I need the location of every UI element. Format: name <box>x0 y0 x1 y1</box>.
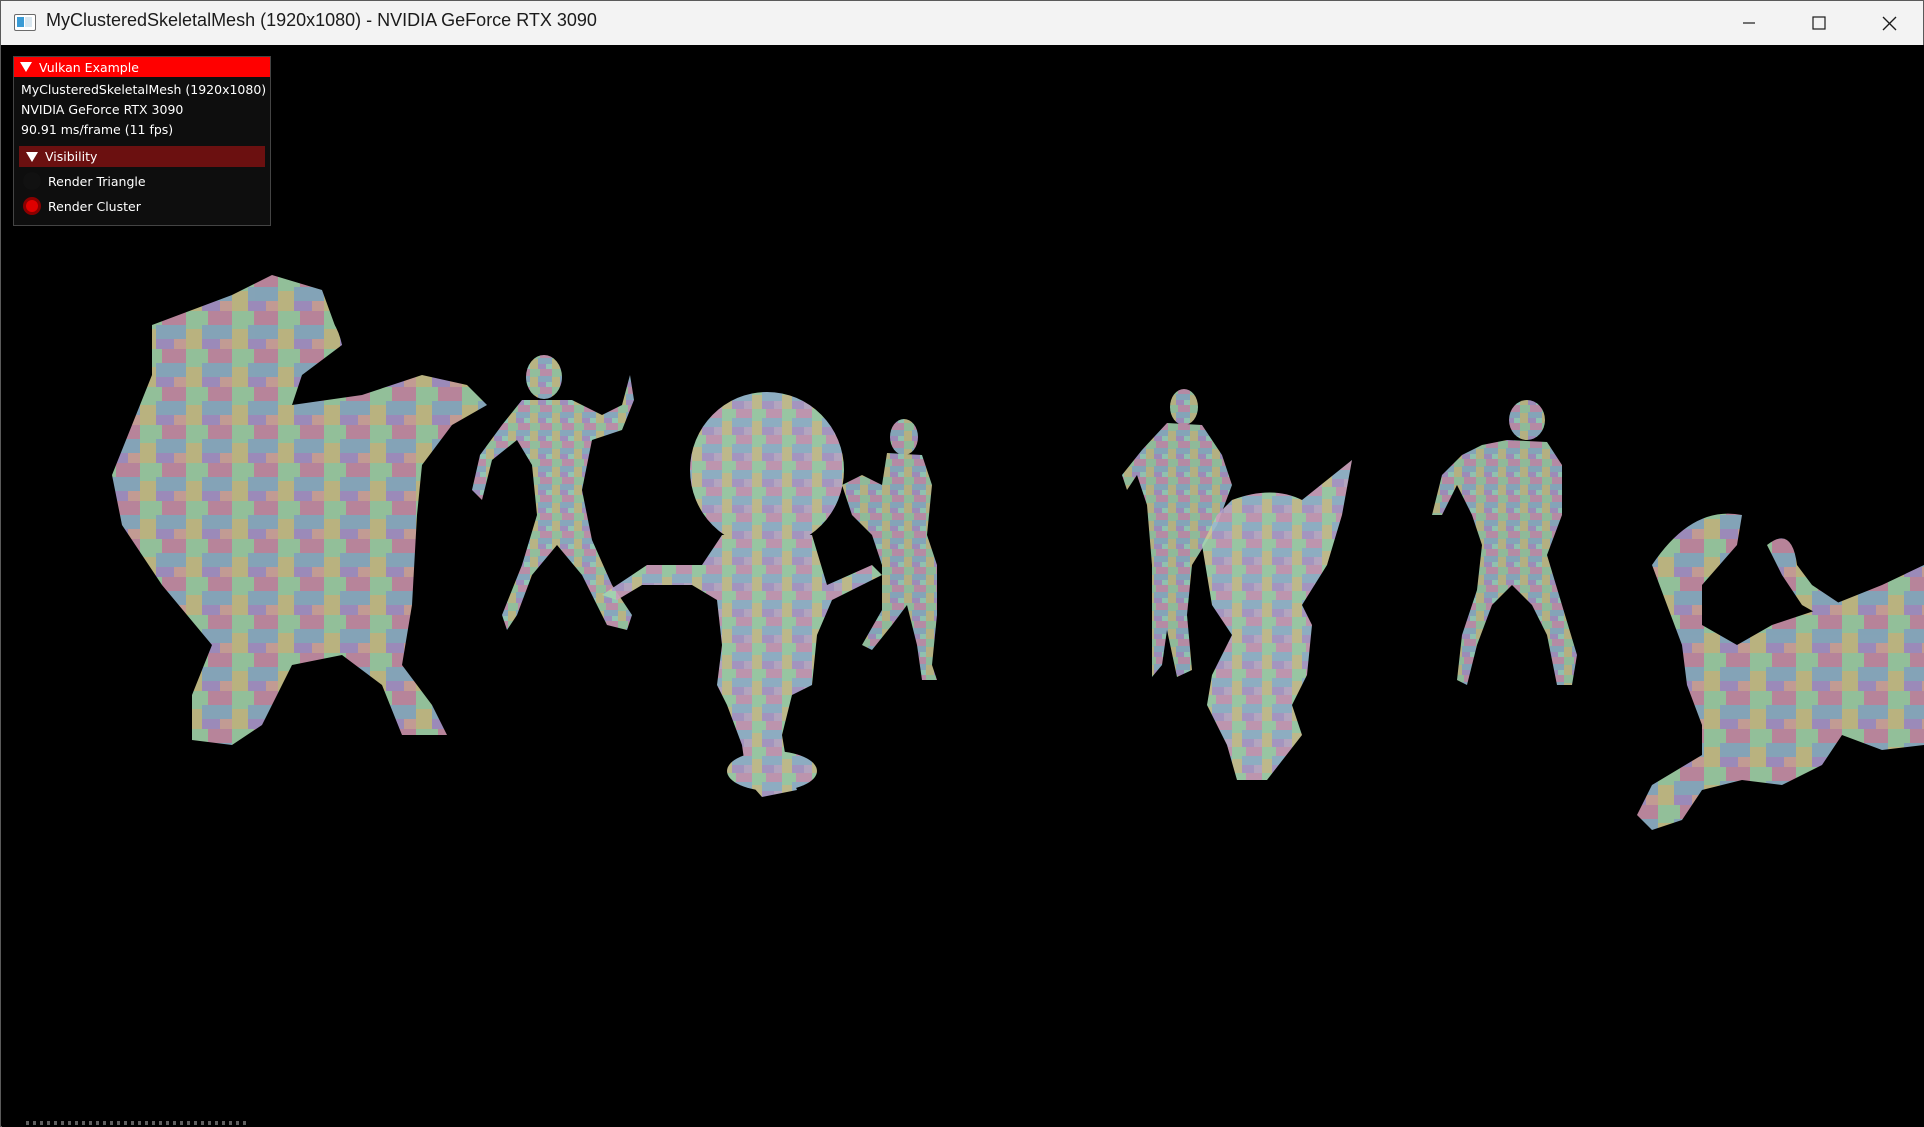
render-triangle-radio[interactable] <box>23 172 41 190</box>
visibility-section-label: Visibility <box>45 149 98 164</box>
render-triangle-label: Render Triangle <box>48 173 146 189</box>
mesh-figure-dancer-2 <box>842 419 937 680</box>
frame-time-text: 90.91 ms/frame (11 fps) <box>21 122 174 137</box>
clustered-meshes-scene <box>112 275 1924 830</box>
render-triangle-option[interactable]: Render Triangle <box>23 172 146 190</box>
mesh-creature-right-partial <box>1637 513 1924 830</box>
render-viewport[interactable] <box>2 45 1924 1127</box>
minimize-button[interactable] <box>1714 1 1784 45</box>
bottom-edge-artifacts <box>26 1121 246 1125</box>
gpu-text: NVIDIA GeForce RTX 3090 <box>21 102 184 117</box>
close-button[interactable] <box>1854 1 1924 45</box>
overlay-header[interactable]: Vulkan Example <box>14 57 270 77</box>
mesh-character-cat <box>1202 460 1352 780</box>
maximize-icon <box>1812 16 1826 30</box>
app-window-icon <box>14 14 36 31</box>
mesh-character-boy <box>602 392 882 797</box>
minimize-icon <box>1743 22 1755 24</box>
section-collapse-icon[interactable] <box>26 151 38 162</box>
render-cluster-radio[interactable] <box>23 197 41 215</box>
close-icon <box>1882 16 1896 30</box>
render-cluster-label: Render Cluster <box>48 198 141 214</box>
title-bar[interactable]: MyClusteredSkeletalMesh (1920x1080) - NV… <box>1 1 1923 45</box>
maximize-button[interactable] <box>1784 1 1854 45</box>
visibility-section-header[interactable]: Visibility <box>19 146 265 167</box>
app-window: MyClusteredSkeletalMesh (1920x1080) - NV… <box>0 0 1924 1127</box>
mesh-figure-right <box>1432 400 1577 685</box>
overlay-header-label: Vulkan Example <box>39 59 139 75</box>
app-info-text: MyClusteredSkeletalMesh (1920x1080) <box>21 82 267 97</box>
mesh-figure-dancer-1 <box>472 355 634 630</box>
collapse-triangle-icon[interactable] <box>20 62 32 72</box>
window-title: MyClusteredSkeletalMesh (1920x1080) - NV… <box>46 10 597 30</box>
vulkan-example-overlay[interactable]: Vulkan Example MyClusteredSkeletalMesh (… <box>13 56 271 226</box>
render-cluster-option[interactable]: Render Cluster <box>23 197 141 215</box>
mesh-creature-left <box>112 275 487 745</box>
